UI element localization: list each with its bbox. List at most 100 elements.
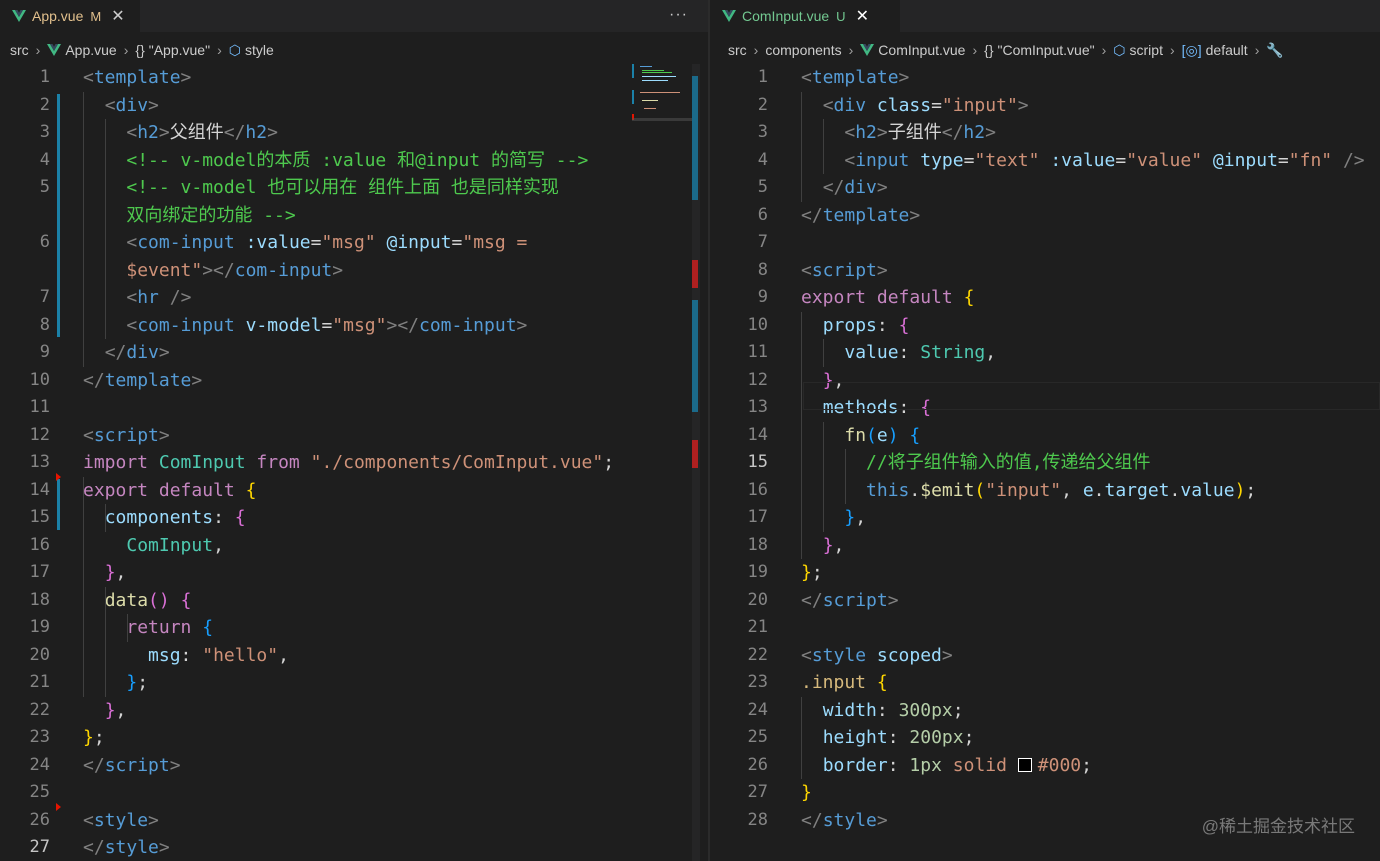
- code-line[interactable]: 19 return {: [0, 614, 708, 642]
- code-line[interactable]: 25: [0, 779, 708, 807]
- modified-badge: M: [90, 8, 102, 24]
- minimap[interactable]: [632, 64, 692, 124]
- code-line[interactable]: 15 components: {: [0, 504, 708, 532]
- chevron-right-icon: ›: [35, 42, 41, 58]
- code-line[interactable]: 24 width: 300px;: [710, 697, 1380, 725]
- line-number: 23: [747, 672, 768, 692]
- code-line[interactable]: 20 msg: "hello",: [0, 642, 708, 670]
- code-text: </template>: [83, 369, 203, 391]
- chevron-right-icon: ›: [123, 42, 129, 58]
- code-line[interactable]: 8 <com-input v-model="msg"></com-input>: [0, 312, 708, 340]
- code-line[interactable]: 5 <!-- v-model 也可以用在 组件上面 也是同样实现: [0, 174, 708, 202]
- code-line[interactable]: 9 </div>: [0, 339, 708, 367]
- code-text: }: [801, 782, 812, 803]
- line-number: 18: [29, 589, 50, 610]
- code-line[interactable]: 14 export default {: [0, 477, 708, 505]
- breadcrumb-default[interactable]: default: [1206, 42, 1248, 58]
- close-icon[interactable]: ✕: [856, 6, 869, 26]
- breadcrumb-file[interactable]: App.vue: [65, 42, 116, 58]
- git-change-bar[interactable]: [57, 93, 60, 337]
- code-line[interactable]: 11 value: String,: [710, 339, 1380, 367]
- code-line[interactable]: 15 //将子组件输入的值,传递给父组件: [710, 449, 1380, 477]
- code-line[interactable]: 18 data() {: [0, 587, 708, 615]
- close-icon[interactable]: ✕: [111, 6, 124, 26]
- code-line[interactable]: 8 <script>: [710, 257, 1380, 285]
- git-deleted-marker[interactable]: [56, 472, 61, 481]
- code-editor[interactable]: 1 <template> 2 <div> 3 <h2>父组件</h2> 4 <!-- v…: [0, 64, 708, 861]
- line-number: 14: [29, 479, 50, 500]
- code-line[interactable]: 19};: [710, 559, 1380, 587]
- code-editor[interactable]: 1 <template> 2 <div class="input"> 3 <h2>子组…: [710, 64, 1380, 861]
- line-number: 1: [39, 67, 50, 87]
- code-line[interactable]: 16 ComInput,: [0, 532, 708, 560]
- line-number: 6: [757, 204, 768, 225]
- code-line[interactable]: 5 </div>: [710, 174, 1380, 202]
- code-text: return {: [126, 617, 214, 638]
- indent-guide: [823, 421, 824, 532]
- code-text: <style>: [83, 809, 159, 831]
- code-line[interactable]: 4 <input type="text" :value="value" @inp…: [710, 147, 1380, 175]
- code-line[interactable]: 27 </style>: [0, 834, 708, 861]
- code-line[interactable]: 6 </template>: [710, 202, 1380, 230]
- code-line[interactable]: 17 },: [0, 559, 708, 587]
- symbol-icon: [◎]: [1181, 41, 1202, 58]
- code-line[interactable]: 14 fn(e) {: [710, 422, 1380, 450]
- code-line[interactable]: 7 <hr />: [0, 284, 708, 312]
- code-line[interactable]: 1 <template>: [710, 64, 1380, 92]
- tab-cominput-vue[interactable]: ComInput.vue U ✕: [710, 0, 900, 32]
- chevron-right-icon: ›: [217, 42, 222, 58]
- code-line[interactable]: 2 <div>: [0, 92, 708, 120]
- breadcrumb-script[interactable]: script: [1130, 42, 1163, 58]
- indent-guide: [105, 119, 106, 339]
- breadcrumb-module[interactable]: "App.vue": [149, 42, 210, 58]
- code-text: components: {: [104, 507, 246, 528]
- code-line[interactable]: 13 import ComInput from "./components/Com…: [0, 449, 708, 477]
- breadcrumb-module[interactable]: "ComInput.vue": [998, 42, 1095, 58]
- code-line[interactable]: 7: [710, 229, 1380, 257]
- code-line[interactable]: 3 <h2>子组件</h2>: [710, 119, 1380, 147]
- code-line[interactable]: 双向绑定的功能 -->: [0, 202, 708, 230]
- code-line[interactable]: 9 export default {: [710, 284, 1380, 312]
- git-deleted-marker[interactable]: [56, 802, 61, 811]
- more-actions-icon[interactable]: ···: [669, 6, 688, 24]
- code-line[interactable]: 25 height: 200px;: [710, 724, 1380, 752]
- line-number: 25: [29, 782, 50, 802]
- code-line[interactable]: 26 <style>: [0, 807, 708, 835]
- breadcrumb-style[interactable]: style: [245, 42, 274, 58]
- code-line[interactable]: 16 this.$emit("input", e.target.value);: [710, 477, 1380, 505]
- code-line[interactable]: 2 <div class="input">: [710, 92, 1380, 120]
- code-line[interactable]: 22 },: [0, 697, 708, 725]
- code-line[interactable]: 4 <!-- v-model的本质 :value 和@input 的简写 -->: [0, 147, 708, 175]
- code-line[interactable]: 26 border: 1px solid #000;: [710, 752, 1380, 780]
- code-line[interactable]: 21 };: [0, 669, 708, 697]
- breadcrumb-src[interactable]: src: [10, 42, 29, 58]
- code-line[interactable]: 10 </template>: [0, 367, 708, 395]
- code-text: <template>: [83, 67, 192, 88]
- code-line[interactable]: 23};: [0, 724, 708, 752]
- breadcrumb-components[interactable]: components: [765, 42, 841, 58]
- code-line[interactable]: $event"></com-input>: [0, 257, 708, 285]
- code-line[interactable]: 1 <template>: [0, 64, 708, 92]
- code-line[interactable]: 23 .input {: [710, 669, 1380, 697]
- tab-app-vue[interactable]: App.vue M ✕: [0, 0, 140, 32]
- code-line[interactable]: 24 </script>: [0, 752, 708, 780]
- indent-guide: [105, 504, 106, 532]
- code-line[interactable]: 22 <style scoped>: [710, 642, 1380, 670]
- code-line[interactable]: 18 },: [710, 532, 1380, 560]
- vue-file-icon: [12, 10, 26, 22]
- breadcrumb-file[interactable]: ComInput.vue: [878, 42, 965, 58]
- code-line[interactable]: 10 props: {: [710, 312, 1380, 340]
- breadcrumb-src[interactable]: src: [728, 42, 747, 58]
- code-line[interactable]: 12 <script>: [0, 422, 708, 450]
- code-line[interactable]: 3 <h2>父组件</h2>: [0, 119, 708, 147]
- code-line[interactable]: 27}: [710, 779, 1380, 807]
- code-line[interactable]: 21: [710, 614, 1380, 642]
- editor-pane-right: ComInput.vue U ✕ src › components › ComI…: [710, 0, 1380, 861]
- code-line[interactable]: 11: [0, 394, 708, 422]
- indent-guide: [801, 91, 802, 202]
- git-change-bar[interactable]: [57, 478, 60, 530]
- line-number: 9: [39, 342, 50, 362]
- code-line[interactable]: 6 <com-input :value="msg" @input="msg =: [0, 229, 708, 257]
- code-line[interactable]: 20 </script>: [710, 587, 1380, 615]
- code-line[interactable]: 17 },: [710, 504, 1380, 532]
